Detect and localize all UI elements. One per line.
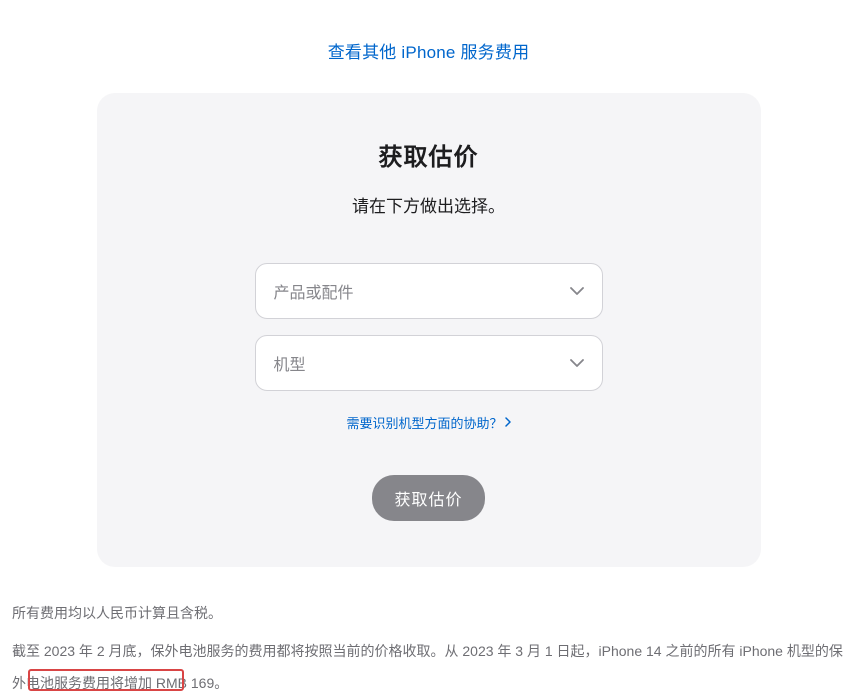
- model-select-placeholder: 机型: [274, 351, 306, 375]
- help-link-text: 需要识别机型方面的协助？: [346, 413, 502, 432]
- top-link-container: 查看其他 iPhone 服务费用: [0, 0, 857, 93]
- identify-model-help-link[interactable]: 需要识别机型方面的协助？: [346, 413, 510, 432]
- model-select[interactable]: 机型: [255, 335, 603, 391]
- card-subtitle: 请在下方做出选择。: [137, 192, 721, 217]
- product-select-placeholder: 产品或配件: [274, 279, 354, 303]
- footer-note-currency: 所有费用均以人民币计算且含税。: [12, 597, 845, 629]
- estimate-card: 获取估价 请在下方做出选择。 产品或配件 机型 需要识别机型方面的协助？ 获取估…: [97, 93, 761, 567]
- footer-note-price-change-text: 截至 2023 年 2 月底，保外电池服务的费用都将按照当前的价格收取。从 20…: [12, 643, 843, 691]
- help-link-container: 需要识别机型方面的协助？: [137, 413, 721, 433]
- footer-notes: 所有费用均以人民币计算且含税。 截至 2023 年 2 月底，保外电池服务的费用…: [0, 567, 857, 700]
- chevron-down-icon: [570, 359, 584, 367]
- chevron-down-icon: [570, 287, 584, 295]
- chevron-right-icon: [505, 415, 511, 430]
- product-select[interactable]: 产品或配件: [255, 263, 603, 319]
- footer-note-price-change: 截至 2023 年 2 月底，保外电池服务的费用都将按照当前的价格收取。从 20…: [12, 635, 845, 699]
- card-title: 获取估价: [137, 137, 721, 172]
- other-services-link[interactable]: 查看其他 iPhone 服务费用: [328, 43, 530, 62]
- get-estimate-button[interactable]: 获取估价: [372, 475, 484, 521]
